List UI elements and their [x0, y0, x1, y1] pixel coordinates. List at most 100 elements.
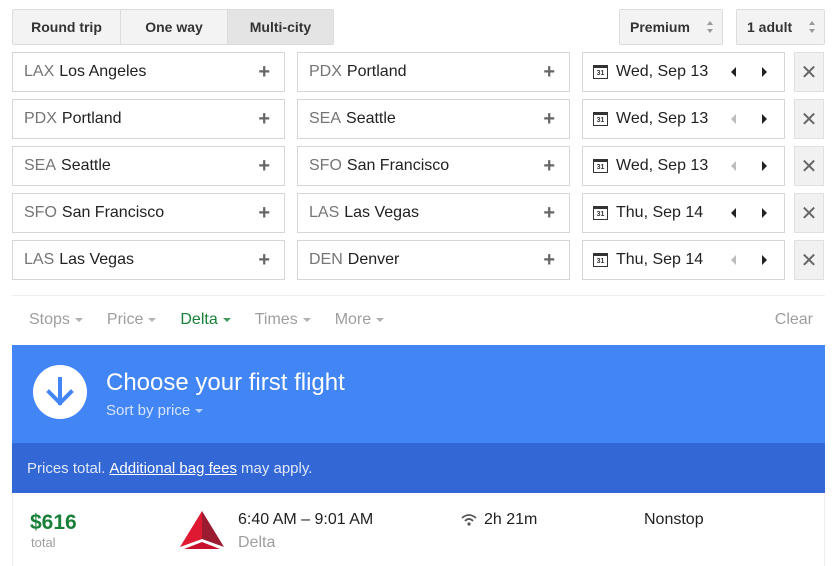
flight-result-row[interactable]: $616 total 6:40 AM – 9:01 AM Delta 2h 21…	[12, 493, 825, 566]
delta-logo-icon	[180, 511, 224, 549]
date-value: Wed, Sep 13	[616, 157, 709, 174]
next-day-icon[interactable]	[762, 114, 767, 124]
close-icon: ✕	[800, 108, 818, 131]
date-value: Thu, Sep 14	[616, 251, 704, 268]
next-day-icon[interactable]	[762, 161, 767, 171]
add-origin-icon[interactable]: +	[258, 250, 270, 270]
origin-field[interactable]: SFO San Francisco +	[12, 193, 285, 233]
add-destination-icon[interactable]: +	[543, 250, 555, 270]
caret-down-icon	[222, 318, 231, 322]
calendar-icon: 31	[593, 206, 608, 220]
destination-code: LAS	[309, 204, 340, 221]
filter-more[interactable]: More	[335, 311, 385, 329]
next-day-icon[interactable]	[762, 67, 767, 77]
origin-code: SEA	[24, 157, 57, 174]
date-field[interactable]: 31 Wed, Sep 13	[582, 146, 785, 186]
previous-day-icon[interactable]	[731, 114, 736, 124]
previous-day-icon[interactable]	[731, 255, 736, 265]
notice-text: Prices total.	[27, 459, 106, 477]
cabin-class-select[interactable]: Premium	[619, 9, 723, 45]
origin-field[interactable]: LAS Las Vegas +	[12, 240, 285, 280]
origin-field[interactable]: LAX Los Angeles +	[12, 52, 285, 92]
sort-dropdown[interactable]: Sort by price	[106, 402, 204, 419]
add-origin-icon[interactable]: +	[258, 203, 270, 223]
duration-value: 2h 21m	[484, 511, 538, 528]
filter-stops[interactable]: Stops	[29, 311, 83, 329]
origin-code: SFO	[24, 204, 57, 221]
caret-down-icon	[148, 318, 157, 322]
close-icon: ✕	[800, 202, 818, 225]
filter-label: Delta	[180, 311, 218, 328]
destination-city: Seattle	[346, 110, 396, 127]
calendar-icon: 31	[593, 159, 608, 173]
price-label: total	[31, 535, 56, 550]
previous-day-icon[interactable]	[731, 208, 736, 218]
destination-field[interactable]: LAS Las Vegas +	[297, 193, 570, 233]
filter-price[interactable]: Price	[106, 311, 157, 329]
trip-type-selector: Round trip One way Multi-city	[12, 9, 334, 45]
close-icon: ✕	[800, 155, 818, 178]
filter-label: Stops	[29, 311, 70, 328]
clear-filters-button[interactable]: Clear	[775, 311, 813, 329]
flight-duration: 2h 21m	[461, 511, 537, 529]
origin-city: San Francisco	[61, 204, 165, 221]
date-field[interactable]: 31 Wed, Sep 13	[582, 99, 785, 139]
origin-city: Los Angeles	[59, 63, 147, 80]
caret-down-icon	[195, 408, 204, 413]
flight-selection-banner: Choose your first flight Sort by price	[12, 345, 825, 443]
close-icon: ✕	[800, 61, 818, 84]
price-notice: Prices total. Additional bag fees may ap…	[12, 443, 825, 493]
wifi-icon	[461, 514, 477, 526]
airline-name: Delta	[238, 534, 276, 551]
remove-leg-button[interactable]: ✕	[794, 99, 824, 139]
destination-city: Denver	[347, 251, 400, 268]
filter-label: Times	[254, 311, 298, 328]
date-field[interactable]: 31 Thu, Sep 14	[582, 193, 785, 233]
add-origin-icon[interactable]: +	[258, 156, 270, 176]
tab-multi-city[interactable]: Multi-city	[228, 10, 333, 44]
add-destination-icon[interactable]: +	[543, 203, 555, 223]
remove-leg-button[interactable]: ✕	[794, 52, 824, 92]
date-field[interactable]: 31 Wed, Sep 13	[582, 52, 785, 92]
arrow-down-circle-icon	[33, 365, 87, 419]
origin-code: PDX	[24, 110, 57, 127]
destination-city: Portland	[346, 63, 407, 80]
remove-leg-button[interactable]: ✕	[794, 193, 824, 233]
origin-code: LAS	[24, 251, 55, 268]
remove-leg-button[interactable]: ✕	[794, 240, 824, 280]
updown-icon	[707, 21, 713, 33]
origin-code: LAX	[24, 63, 55, 80]
calendar-icon: 31	[593, 112, 608, 126]
destination-field[interactable]: SEA Seattle +	[297, 99, 570, 139]
origin-city: Seattle	[61, 157, 111, 174]
tab-round-trip[interactable]: Round trip	[13, 10, 121, 44]
filter-times[interactable]: Times	[255, 311, 311, 329]
close-icon: ✕	[800, 249, 818, 272]
tab-one-way[interactable]: One way	[121, 10, 228, 44]
flight-price: $616	[30, 511, 77, 534]
add-destination-icon[interactable]: +	[543, 62, 555, 82]
filter-airline[interactable]: Delta	[180, 311, 231, 329]
passengers-select[interactable]: 1 adult	[736, 9, 825, 45]
destination-field[interactable]: SFO San Francisco +	[297, 146, 570, 186]
remove-leg-button[interactable]: ✕	[794, 146, 824, 186]
date-field[interactable]: 31 Thu, Sep 14	[582, 240, 785, 280]
add-destination-icon[interactable]: +	[543, 156, 555, 176]
next-day-icon[interactable]	[762, 208, 767, 218]
divider	[12, 295, 825, 296]
origin-field[interactable]: SEA Seattle +	[12, 146, 285, 186]
add-origin-icon[interactable]: +	[258, 109, 270, 129]
previous-day-icon[interactable]	[731, 67, 736, 77]
flight-times: 6:40 AM – 9:01 AM	[238, 511, 374, 528]
add-origin-icon[interactable]: +	[258, 62, 270, 82]
cabin-class-value: Premium	[630, 19, 690, 35]
origin-field[interactable]: PDX Portland +	[12, 99, 285, 139]
next-day-icon[interactable]	[762, 255, 767, 265]
destination-field[interactable]: PDX Portland +	[297, 52, 570, 92]
bag-fees-link[interactable]: Additional bag fees	[109, 460, 237, 477]
destination-field[interactable]: DEN Denver +	[297, 240, 570, 280]
add-destination-icon[interactable]: +	[543, 109, 555, 129]
previous-day-icon[interactable]	[731, 161, 736, 171]
filter-label: Price	[106, 311, 144, 328]
destination-code: DEN	[309, 251, 343, 268]
